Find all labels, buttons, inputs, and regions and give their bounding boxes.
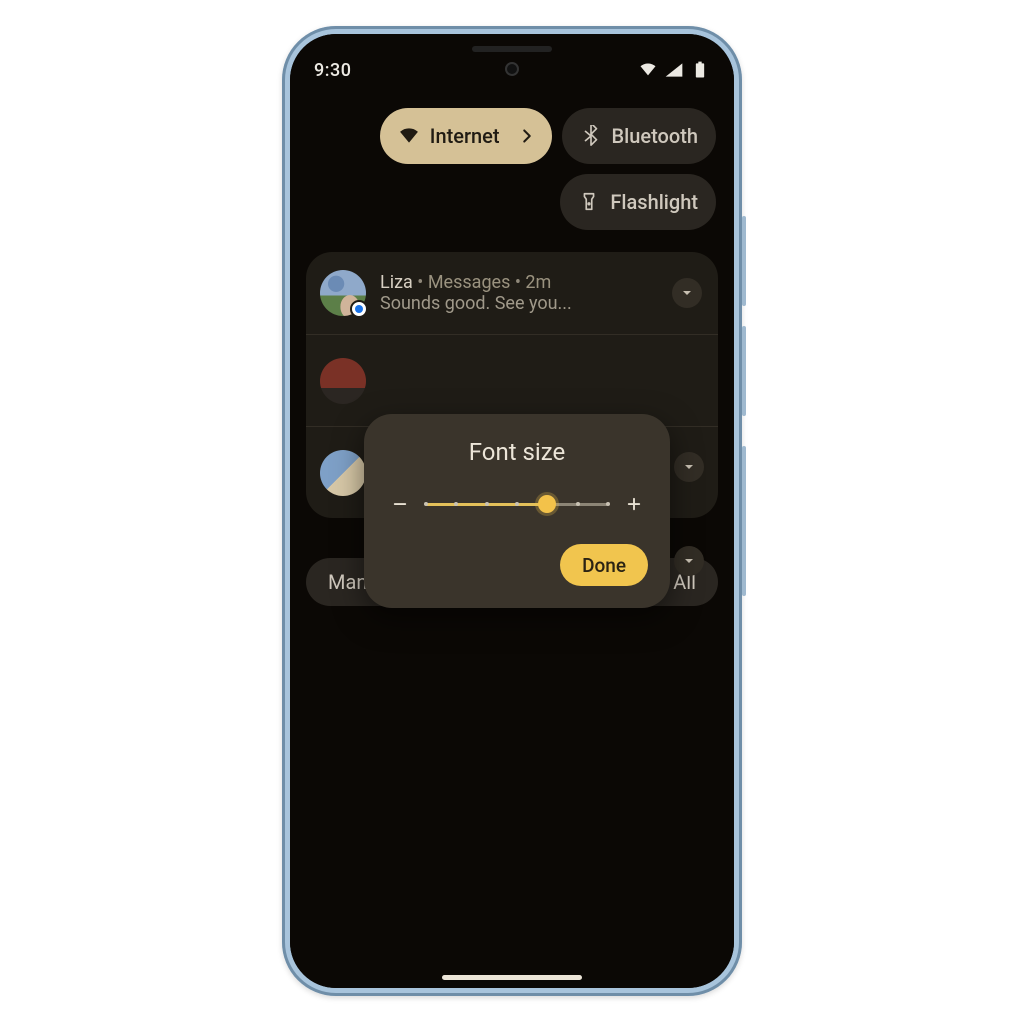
volume-down-button[interactable] xyxy=(742,326,746,416)
chevron-right-icon xyxy=(516,125,538,147)
done-button[interactable]: Done xyxy=(560,544,648,586)
avatar xyxy=(320,358,366,404)
notification-app: Messages xyxy=(428,272,511,293)
plus-icon xyxy=(625,495,643,513)
signal-icon xyxy=(664,60,684,80)
increase-button[interactable] xyxy=(620,490,648,518)
notification-age: 2m xyxy=(525,272,551,293)
phone-frame: 9:30 Internet B xyxy=(282,26,742,996)
speaker-grille xyxy=(472,46,552,52)
screen: 9:30 Internet B xyxy=(290,34,734,988)
tile-label: Internet xyxy=(430,124,500,148)
separator: • xyxy=(417,272,423,293)
wifi-icon xyxy=(398,125,420,147)
flashlight-icon xyxy=(578,191,600,213)
separator: • xyxy=(515,272,521,293)
popover-title: Font size xyxy=(386,438,648,466)
expand-button[interactable] xyxy=(674,452,704,482)
tile-label: Flashlight xyxy=(610,190,698,214)
expand-button[interactable] xyxy=(674,546,704,576)
notification-text: Liza • Messages • 2m Sounds good. See yo… xyxy=(380,272,658,314)
tile-bluetooth[interactable]: Bluetooth xyxy=(562,108,716,164)
notification-item[interactable]: Liza • Messages • 2m Sounds good. See yo… xyxy=(306,252,718,334)
chevron-down-icon xyxy=(679,285,695,301)
avatar xyxy=(320,450,366,496)
notification-body: Sounds good. See you... xyxy=(380,293,658,314)
phone-bezel: 9:30 Internet B xyxy=(290,34,734,988)
chevron-down-icon xyxy=(681,459,697,475)
font-size-popover: Font size xyxy=(364,414,670,608)
avatar xyxy=(320,270,366,316)
volume-up-button[interactable] xyxy=(742,216,746,306)
tile-flashlight[interactable]: Flashlight xyxy=(560,174,716,230)
status-icons xyxy=(638,60,710,80)
gesture-bar[interactable] xyxy=(442,975,582,980)
chevron-down-icon xyxy=(681,553,697,569)
slider-row xyxy=(386,490,648,518)
decrease-button[interactable] xyxy=(386,490,414,518)
minus-icon xyxy=(391,495,409,513)
notification-sender: Liza xyxy=(380,272,413,293)
font-size-slider[interactable] xyxy=(426,492,608,516)
tile-internet[interactable]: Internet xyxy=(380,108,552,164)
app-badge-icon xyxy=(350,300,368,318)
tile-label: Bluetooth xyxy=(612,124,698,148)
status-bar: 9:30 xyxy=(314,56,710,84)
quick-settings: Internet Bluetooth Flashlight xyxy=(308,108,716,230)
bluetooth-icon xyxy=(580,125,602,147)
power-button[interactable] xyxy=(742,446,746,596)
wifi-icon xyxy=(638,60,658,80)
notification-item[interactable] xyxy=(306,334,718,426)
expand-button[interactable] xyxy=(672,278,702,308)
battery-icon xyxy=(690,60,710,80)
clock: 9:30 xyxy=(314,60,351,81)
